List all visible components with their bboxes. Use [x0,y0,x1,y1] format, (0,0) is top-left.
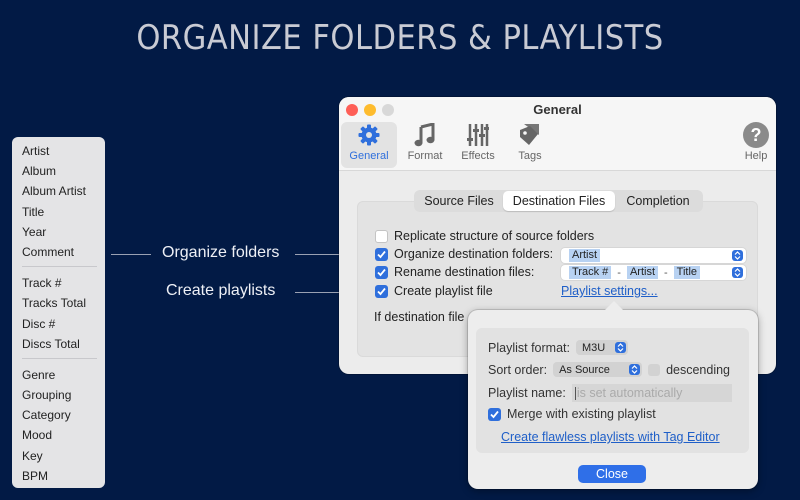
merge-row: Merge with existing playlist [488,407,656,421]
token[interactable]: Artist [569,249,601,262]
filename-pattern-field[interactable]: Track # - Artist - Title [561,265,746,280]
toolbar-label: Help [744,150,768,162]
tag-item[interactable]: BPM [22,468,105,488]
replicate-checkbox[interactable] [375,229,388,243]
replicate-label: Replicate structure of source folders [394,229,595,243]
tag-item[interactable]: Comment [22,244,105,264]
sort-select[interactable]: As Source [553,362,643,377]
name-row: Playlist name: is set automatically [488,384,732,402]
help-icon: ? [728,122,776,148]
playlist-name-input[interactable]: is set automatically [571,384,732,402]
checkmark-icon [377,268,386,276]
callout-organize-folders: Organize folders [162,244,280,261]
merge-checkbox[interactable] [488,407,501,421]
tag-item[interactable]: Key [22,448,105,468]
toolbar-label: Tags [518,150,542,162]
tag-item[interactable]: Artist [22,143,105,163]
tag-item[interactable]: Album [22,163,105,183]
tag-item[interactable]: Tracks Total [22,295,105,315]
tag-icon [502,122,558,148]
token-separator: - [617,266,621,279]
format-select[interactable]: M3U [575,340,628,355]
music-note-icon [397,122,453,148]
tag-item[interactable]: Discs Total [22,336,105,356]
window-title: General [533,102,582,117]
replicate-option: Replicate structure of source folders [375,229,594,243]
checkmark-icon [377,287,386,295]
tag-item[interactable]: Genre [22,367,105,387]
stepper-icon[interactable] [732,267,743,278]
tag-field-list: Artist Album Album Artist Title Year Com… [12,137,105,488]
rename-label: Rename destination files: [394,265,535,279]
headline: ORGANIZE FOLDERS & PLAYLISTS [136,18,664,58]
tag-item[interactable]: Mood [22,427,105,447]
callout-line [111,254,151,255]
tag-item[interactable]: Track # [22,275,105,295]
tag-item[interactable]: Title [22,204,105,224]
playlist-label: Create playlist file [394,284,493,298]
organize-label: Organize destination folders: [394,247,554,261]
toolbar-general[interactable]: General [341,122,397,168]
titlebar: General General Format Effects Tags ? He… [339,97,776,171]
sort-row: Sort order: As Source descending [488,362,730,377]
rename-option: Rename destination files: [375,265,534,279]
stepper-icon[interactable] [732,250,743,261]
tab-bar: Source Files Destination Files Completio… [414,190,703,212]
playlist-settings-link[interactable]: Playlist settings... [561,284,658,298]
token[interactable]: Artist [626,266,658,279]
tag-item[interactable]: Grouping [22,387,105,407]
equalizer-icon [450,122,506,148]
tag-item[interactable]: Year [22,224,105,244]
descending-label: descending [666,362,731,377]
close-button[interactable]: Close [578,465,646,483]
stepper-icon [614,342,626,353]
tag-item[interactable]: Disc # [22,316,105,336]
toolbar-label: Format [407,150,443,162]
tab-completion[interactable]: Completion [615,191,701,211]
checkmark-icon [377,250,386,258]
tab-destination-files[interactable]: Destination Files [503,191,615,211]
playlist-option: Create playlist file [375,284,493,298]
rename-checkbox[interactable] [375,265,388,279]
descending-checkbox[interactable] [648,363,661,376]
token[interactable]: Title [673,266,701,279]
callout-create-playlists: Create playlists [166,282,276,299]
merge-label: Merge with existing playlist [507,407,656,421]
popover-arrow [604,301,624,311]
organize-option: Organize destination folders: [375,247,553,261]
separator [22,266,97,268]
toolbar-help[interactable]: ? Help [728,122,776,168]
tag-item[interactable]: Album Artist [22,183,105,203]
playlist-checkbox[interactable] [375,284,388,298]
toolbar-label: General [349,150,389,162]
tab-source-files[interactable]: Source Files [415,191,503,211]
tag-editor-link[interactable]: Create flawless playlists with Tag Edito… [501,430,720,444]
format-row: Playlist format: M3U [488,340,628,355]
format-value: M3U [581,341,606,354]
sort-label: Sort order: [488,362,548,377]
playlist-settings-popover: Playlist format: M3U Sort order: As Sour… [468,301,758,489]
gear-icon [341,122,397,148]
organize-checkbox[interactable] [375,247,388,261]
sort-value: As Source [559,363,610,376]
toolbar-label: Effects [461,150,495,162]
if-exists-label: If destination file [374,310,465,324]
token-separator: - [664,266,668,279]
toolbar-effects[interactable]: Effects [450,122,506,168]
stepper-icon [629,364,641,375]
name-label: Playlist name: [488,386,566,400]
svg-text:?: ? [751,125,762,145]
separator [22,357,97,359]
checkmark-icon [490,410,499,418]
name-placeholder: is set automatically [576,386,683,400]
format-label: Playlist format: [488,340,570,355]
toolbar-tags[interactable]: Tags [502,122,558,168]
text-caret [574,386,576,400]
toolbar-format[interactable]: Format [397,122,453,168]
token[interactable]: Track # [569,266,612,279]
folder-pattern-field[interactable]: Artist [561,248,746,263]
tag-item[interactable]: Category [22,407,105,427]
